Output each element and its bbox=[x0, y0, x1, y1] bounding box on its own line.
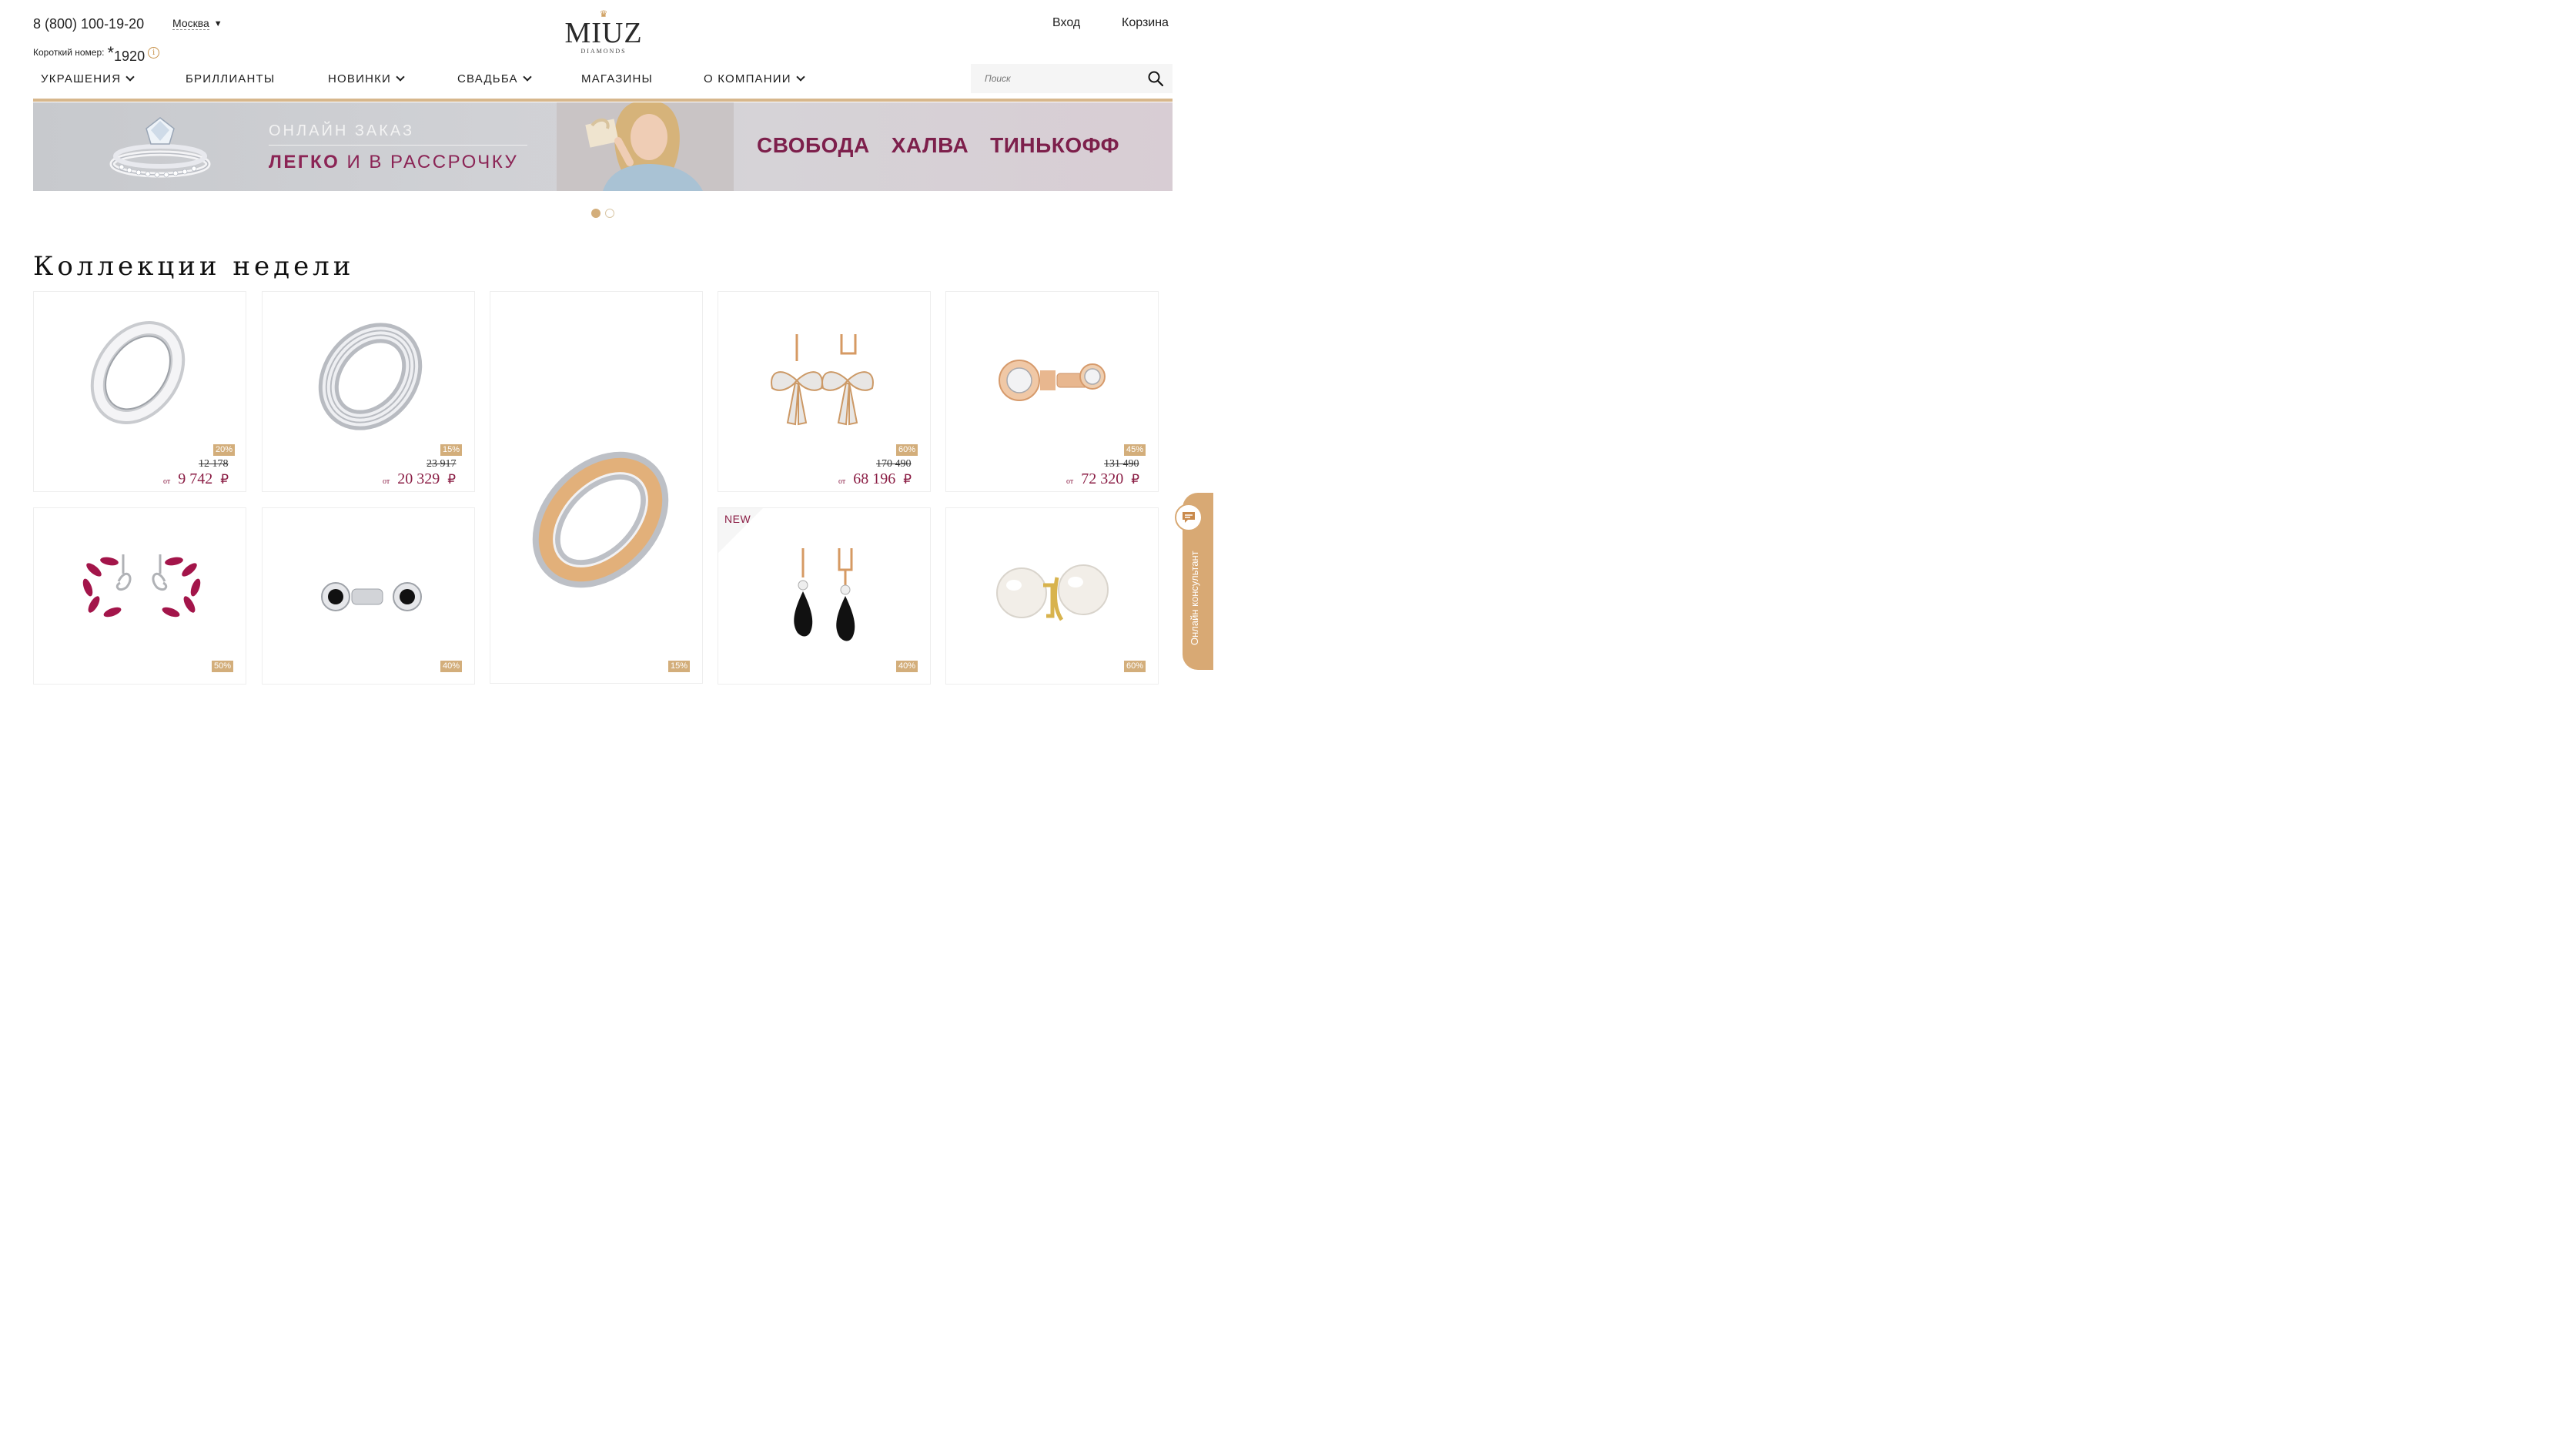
chevron-down-icon bbox=[796, 72, 805, 82]
product-card[interactable]: 60% 170 490 от 68 196 ₽ bbox=[718, 291, 931, 492]
discount-badge: 40% bbox=[896, 661, 918, 672]
product-card-large[interactable]: 15% bbox=[490, 291, 703, 684]
nav-item-diamonds[interactable]: БРИЛЛИАНТЫ bbox=[186, 72, 275, 85]
discount-badge: 40% bbox=[440, 661, 463, 672]
price: от 9 742 ₽ bbox=[163, 470, 229, 487]
product-card[interactable]: 20% 12 178 от 9 742 ₽ bbox=[33, 291, 246, 492]
stud-earrings-image bbox=[999, 360, 1106, 401]
login-link[interactable]: Вход bbox=[1052, 16, 1080, 30]
product-card[interactable]: NEW 40% bbox=[718, 507, 931, 685]
city-selector[interactable]: Москва ▼ bbox=[172, 18, 222, 30]
chevron-down-icon bbox=[523, 72, 532, 82]
old-price: 170 490 bbox=[876, 458, 912, 470]
old-price: 12 178 bbox=[199, 458, 229, 470]
price: от 72 320 ₽ bbox=[1066, 470, 1140, 487]
nav-item-label: БРИЛЛИАНТЫ bbox=[186, 72, 276, 85]
price: от 20 329 ₽ bbox=[383, 470, 457, 487]
discount-badge: 60% bbox=[896, 444, 918, 456]
short-number: Короткий номер: *1920 i bbox=[33, 40, 160, 65]
section-title: Коллекции недели bbox=[33, 251, 355, 282]
info-icon[interactable]: i bbox=[148, 46, 160, 59]
cart-link[interactable]: Корзина bbox=[1122, 16, 1169, 30]
nav-item-label: УКРАШЕНИЯ bbox=[41, 72, 122, 85]
discount-badge: 60% bbox=[1124, 661, 1146, 672]
product-card[interactable]: 50% bbox=[33, 507, 246, 685]
city-label: Москва bbox=[172, 17, 209, 30]
product-card[interactable]: 15% 23 917 от 20 329 ₽ bbox=[262, 291, 475, 492]
chevron-down-icon bbox=[396, 72, 405, 82]
silver-ring-image bbox=[90, 321, 186, 424]
nav-item-stores[interactable]: МАГАЗИНЫ bbox=[581, 72, 653, 85]
carousel-dot-1[interactable] bbox=[591, 209, 601, 218]
product-card[interactable]: 45% 131 490 от 72 320 ₽ bbox=[945, 291, 1159, 492]
bow-earrings-image bbox=[771, 334, 874, 426]
nav-item-new[interactable]: НОВИНКИ bbox=[328, 72, 405, 85]
logo-brand: MIUZ bbox=[564, 17, 643, 49]
pearl-earrings-image bbox=[996, 564, 1109, 621]
nav-item-wedding[interactable]: СВАДЬБА bbox=[457, 72, 532, 85]
gold-silver-ring-image bbox=[532, 451, 669, 588]
site-logo[interactable]: ♛ MIUZ DIAMONDS bbox=[554, 9, 653, 55]
nav-item-label: О КОМПАНИИ bbox=[704, 72, 791, 85]
product-card[interactable]: 60% bbox=[945, 507, 1159, 685]
short-number-value: *1920 bbox=[107, 43, 146, 64]
triple-band-ring-image bbox=[318, 323, 423, 430]
new-badge: NEW bbox=[724, 513, 751, 525]
discount-badge: 15% bbox=[668, 661, 691, 672]
woman-with-gift-image bbox=[557, 102, 734, 191]
main-nav: УКРАШЕНИЯ БРИЛЛИАНТЫ НОВИНКИ СВАДЬБА МАГ… bbox=[33, 72, 818, 88]
partner-brands: СВОБОДА ХАЛВА ТИНЬКОФФ bbox=[757, 133, 1119, 158]
search-input[interactable] bbox=[971, 64, 1140, 93]
header-divider bbox=[33, 99, 1173, 102]
black-stud-earrings-image bbox=[321, 582, 422, 611]
nav-item-label: МАГАЗИНЫ bbox=[581, 72, 654, 85]
nav-item-label: НОВИНКИ bbox=[328, 72, 392, 85]
chat-icon[interactable] bbox=[1175, 504, 1203, 531]
discount-badge: 45% bbox=[1124, 444, 1146, 456]
discount-badge: 50% bbox=[212, 661, 234, 672]
banner-headline: ОНЛАЙН ЗАКАЗ bbox=[269, 122, 415, 139]
nav-item-jewelry[interactable]: УКРАШЕНИЯ bbox=[41, 72, 135, 85]
discount-badge: 15% bbox=[440, 444, 463, 456]
brand-halva: ХАЛВА bbox=[891, 133, 969, 157]
carousel-dots bbox=[591, 209, 614, 218]
caret-down-icon: ▼ bbox=[213, 19, 222, 28]
old-price: 23 917 bbox=[427, 458, 457, 470]
search-box bbox=[971, 64, 1173, 93]
online-consultant-widget[interactable]: Онлайн консультант bbox=[1175, 493, 1213, 670]
ruby-earrings-image bbox=[82, 554, 201, 618]
price: от 68 196 ₽ bbox=[838, 470, 912, 487]
banner-divider bbox=[269, 145, 527, 146]
chevron-down-icon bbox=[125, 72, 135, 82]
nav-item-label: СВАДЬБА bbox=[457, 72, 518, 85]
consultant-label: Онлайн консультант bbox=[1189, 551, 1200, 645]
onyx-drop-earrings-image bbox=[794, 548, 855, 641]
brand-tinkoff: ТИНЬКОФФ bbox=[990, 133, 1120, 157]
product-card[interactable]: 40% bbox=[262, 507, 475, 685]
old-price: 131 490 bbox=[1104, 458, 1139, 470]
phone-number[interactable]: 8 (800) 100-19-20 bbox=[33, 16, 144, 32]
nav-item-about[interactable]: О КОМПАНИИ bbox=[704, 72, 805, 85]
carousel-dot-2[interactable] bbox=[605, 209, 614, 218]
diamond-ring-image bbox=[109, 117, 211, 178]
search-icon[interactable] bbox=[1148, 71, 1163, 86]
brand-svoboda: СВОБОДА bbox=[757, 133, 870, 157]
discount-badge: 20% bbox=[213, 444, 236, 456]
short-number-label: Короткий номер: bbox=[33, 47, 105, 58]
banner-subline: ЛЕГКО И В РАССРОЧКУ bbox=[269, 152, 519, 172]
promo-banner[interactable]: ОНЛАЙН ЗАКАЗ ЛЕГКО И В РАССРОЧКУ СВОБОДА… bbox=[33, 102, 1173, 191]
